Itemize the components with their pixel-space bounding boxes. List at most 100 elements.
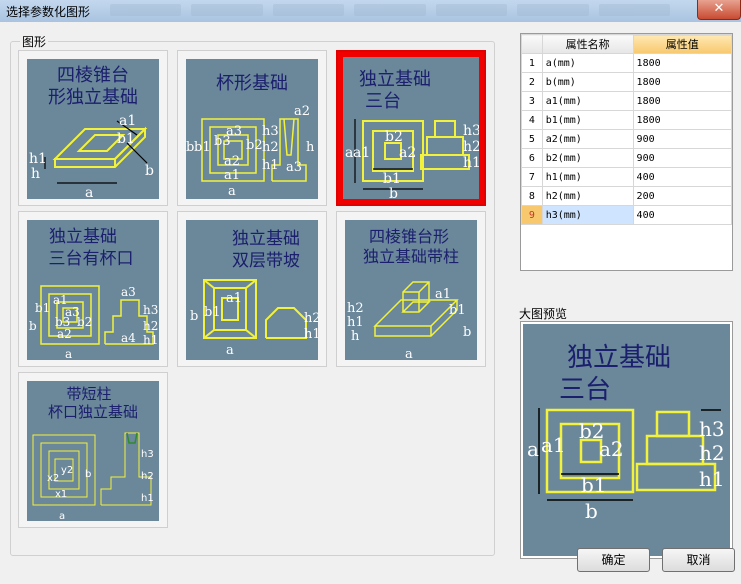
property-name: h2(mm) (541, 186, 634, 206)
dim-label: a1 (224, 168, 240, 183)
shape-tile-pyramid-footing-with-column[interactable]: 四棱锥台形 独立基础带柱 a1 b1 h2 h1 h b a (336, 211, 486, 367)
property-value-cell[interactable]: 400 (632, 205, 732, 225)
dim-label: b (190, 309, 198, 324)
dim-label: b1 (383, 171, 401, 187)
tile-title-line: 杯口独立基础 (48, 403, 138, 421)
preview-box: 独立基础 三台 a a1 b2 a2 b1 b h3 h2 h1 (520, 321, 733, 559)
shape-thumbnail: 四棱锥台 形独立基础 a1 b1 b a h1 h (27, 59, 159, 199)
row-index: 1 (521, 53, 543, 73)
shape-tile-cup-footing[interactable]: 杯形基础 a2 a3 b3 b2 b1 a2 a1 a b h3 h2 h1 h… (177, 50, 327, 206)
dim-label: b (85, 469, 91, 480)
dim-label: a3 (286, 160, 302, 175)
preview-dim-label: h3 (699, 417, 725, 441)
property-value-cell[interactable]: 1800 (632, 53, 732, 73)
dim-label: x1 (55, 489, 67, 500)
tile-title-line: 独立基础带柱 (363, 247, 459, 266)
property-row-selected[interactable]: 9 h3(mm) 400 (521, 205, 732, 225)
shape-tile-short-column-cup-footing[interactable]: 带短柱 杯口独立基础 x2 y2 b x1 a h3 h2 h1 (18, 372, 168, 528)
dim-label: a2 (294, 104, 310, 119)
dim-label: b1 (449, 303, 466, 318)
property-value-cell[interactable]: 1800 (632, 72, 732, 92)
dim-label: a3 (121, 285, 136, 299)
dim-label: a2 (224, 154, 240, 169)
property-row[interactable]: 1 a(mm) 1800 (521, 53, 732, 73)
tile-title-line: 杯形基础 (216, 73, 288, 94)
property-name: b1(mm) (541, 110, 634, 130)
dim-label: b (29, 319, 37, 333)
dim-label: h3 (141, 449, 154, 460)
dim-label: b (389, 186, 398, 199)
row-index: 3 (521, 91, 543, 111)
tile-title-line: 四棱锥台 (57, 65, 129, 86)
property-row[interactable]: 5 a2(mm) 900 (521, 129, 732, 149)
property-value-cell[interactable]: 1800 (632, 110, 732, 130)
dim-label: b1 (117, 131, 135, 147)
property-value-cell[interactable]: 200 (632, 186, 732, 206)
cancel-button[interactable]: 取消 (662, 548, 735, 572)
shape-thumbnail: 带短柱 杯口独立基础 x2 y2 b x1 a h3 h2 h1 (27, 381, 159, 521)
shape-drawing: 四棱锥台 形独立基础 a1 b1 b a h1 h (29, 65, 154, 199)
title-bar: 选择参数化图形 ✕ (0, 0, 741, 22)
dim-label: h3 (262, 124, 279, 139)
close-button[interactable]: ✕ (697, 0, 741, 20)
preview-label: 大图预览 (519, 307, 568, 321)
shape-thumbnail: 独立基础 三台有杯口 a3 b1 a1 a3 b3 b2 a2 a b a4 h… (27, 220, 159, 360)
tile-title-line: 三台 (365, 91, 401, 112)
property-name: a(mm) (541, 53, 634, 73)
dim-label: a2 (57, 327, 72, 341)
dim-label: a1 (226, 291, 242, 306)
tile-title-line: 独立基础 (49, 227, 117, 247)
shape-tile-three-step-footing[interactable]: 独立基础 三台 a a1 b2 a2 b1 b h3 h2 h1 (336, 50, 486, 206)
preview-image: 独立基础 三台 a a1 b2 a2 b1 b h3 h2 h1 (523, 324, 730, 556)
dim-label: h (351, 329, 360, 344)
ok-button[interactable]: 确定 (577, 548, 650, 572)
shape-tile-pyramid-footing[interactable]: 四棱锥台 形独立基础 a1 b1 b a h1 h (18, 50, 168, 206)
property-table: 属性名称 属性值 1 a(mm) 1800 2 b(mm) 1800 3 a1(mm) 18… (521, 34, 732, 225)
preview-dim-label: b1 (581, 473, 607, 497)
dim-label: h (306, 140, 315, 155)
tile-title-line: 双层带坡 (232, 251, 300, 271)
shape-tile-three-step-cup-footing[interactable]: 独立基础 三台有杯口 a3 b1 a1 a3 b3 b2 a2 a b a4 h… (18, 211, 168, 367)
property-name: a1(mm) (541, 91, 634, 111)
shape-drawing: 独立基础 三台 a a1 b2 a2 b1 b h3 h2 h1 (345, 69, 479, 199)
shape-drawing: 带短柱 杯口独立基础 x2 y2 b x1 a h3 h2 h1 (32, 385, 154, 521)
shape-drawing: 四棱锥台形 独立基础带柱 a1 b1 h2 h1 h b a (347, 227, 471, 360)
preview-title-line: 独立基础 (567, 343, 671, 373)
property-header-row: 属性名称 属性值 (521, 34, 732, 54)
property-row[interactable]: 2 b(mm) 1800 (521, 72, 732, 92)
property-value-cell[interactable]: 900 (632, 148, 732, 168)
tile-title-line: 带短柱 (66, 385, 111, 403)
property-value-cell[interactable]: 1800 (632, 91, 732, 111)
property-row[interactable]: 6 b2(mm) 900 (521, 148, 732, 168)
dim-label: y2 (61, 465, 73, 476)
row-index: 2 (521, 72, 543, 92)
property-row[interactable]: 8 h2(mm) 200 (521, 186, 732, 206)
property-row[interactable]: 7 h1(mm) 400 (521, 167, 732, 187)
property-value-header[interactable]: 属性值 (632, 34, 732, 54)
dim-label: b2 (77, 315, 92, 329)
shapes-group-label: 图形 (20, 33, 49, 50)
dim-label: b2 (385, 129, 403, 145)
background-taskbar-ghost (110, 4, 670, 18)
property-value-cell[interactable]: 400 (632, 167, 732, 187)
shape-tile-two-layer-slope-footing[interactable]: 独立基础 双层带坡 a1 b1 b a h2 h1 (177, 211, 327, 367)
dim-label: b1 (35, 301, 50, 315)
property-row[interactable]: 4 b1(mm) 1800 (521, 110, 732, 130)
dim-label: h3 (463, 123, 479, 139)
dim-label: x2 (47, 473, 59, 484)
preview-dim-label: a (527, 437, 539, 461)
property-name: a2(mm) (541, 129, 634, 149)
dim-label: a1 (353, 145, 370, 161)
property-value-cell[interactable]: 900 (632, 129, 732, 149)
tile-title-line: 三台有杯口 (49, 249, 134, 269)
preview-dim-label: h2 (699, 441, 725, 465)
dim-label: h1 (141, 493, 154, 504)
property-name-header[interactable]: 属性名称 (541, 34, 634, 54)
dim-label: a4 (121, 331, 136, 345)
property-name: h3(mm) (541, 205, 634, 225)
dim-label: b3 (214, 134, 231, 149)
shape-thumbnail: 四棱锥台形 独立基础带柱 a1 b1 h2 h1 h b a (345, 220, 477, 360)
preview-drawing: 独立基础 三台 a a1 b2 a2 b1 b h3 h2 h1 (527, 343, 725, 523)
shape-thumbnail: 独立基础 双层带坡 a1 b1 b a h2 h1 (186, 220, 318, 360)
property-row[interactable]: 3 a1(mm) 1800 (521, 91, 732, 111)
